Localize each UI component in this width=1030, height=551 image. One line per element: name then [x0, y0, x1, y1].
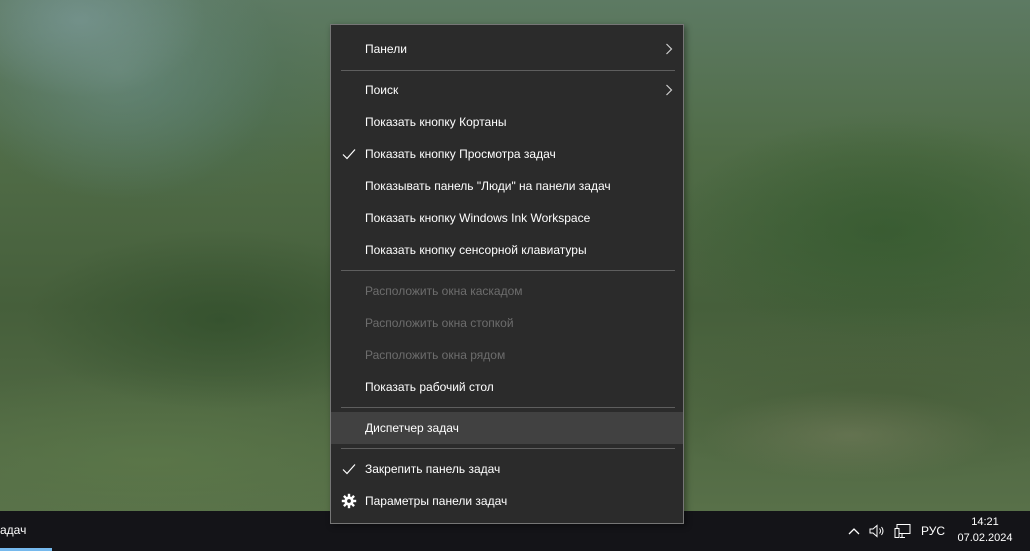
menu-item-taskbar-settings[interactable]: Параметры панели задач — [331, 485, 683, 517]
menu-item-show-touch-keyboard-button[interactable]: Показать кнопку сенсорной клавиатуры — [331, 234, 683, 266]
wallpaper-clearing — [700, 390, 1000, 480]
menu-item-label: Показать кнопку Просмотра задач — [365, 147, 556, 161]
menu-item-lock-taskbar[interactable]: Закрепить панель задач — [331, 453, 683, 485]
menu-separator — [341, 270, 675, 271]
menu-item-label: Параметры панели задач — [365, 494, 508, 508]
menu-item-label: Расположить окна стопкой — [365, 316, 514, 330]
menu-separator — [341, 448, 675, 449]
checkmark-icon — [342, 464, 356, 475]
chevron-right-icon — [666, 84, 673, 96]
menu-item-label: Расположить окна каскадом — [365, 284, 523, 298]
menu-separator — [341, 70, 675, 71]
menu-item-task-manager[interactable]: Диспетчер задач — [331, 412, 683, 444]
menu-item-toolbars[interactable]: Панели — [331, 33, 683, 65]
wallpaper-hill — [670, 120, 1030, 340]
menu-item-label: Закрепить панель задач — [365, 462, 501, 476]
language-indicator[interactable]: РУС — [918, 511, 948, 551]
clock-date: 07.02.2024 — [957, 532, 1013, 544]
taskbar-clock[interactable]: 14:21 07.02.2024 — [952, 511, 1018, 551]
menu-item-side-by-side-windows: Расположить окна рядом — [331, 339, 683, 371]
menu-item-show-cortana-button[interactable]: Показать кнопку Кортаны — [331, 106, 683, 138]
menu-item-show-windows-ink-button[interactable]: Показать кнопку Windows Ink Workspace — [331, 202, 683, 234]
show-hidden-icons-icon[interactable] — [846, 511, 862, 551]
menu-item-show-task-view-button[interactable]: Показать кнопку Просмотра задач — [331, 138, 683, 170]
taskbar-context-menu: Панели Поиск Показать кнопку Кортаны Пок… — [330, 24, 684, 524]
volume-icon[interactable] — [868, 511, 888, 551]
menu-item-stack-windows: Расположить окна стопкой — [331, 307, 683, 339]
taskbar-app-label[interactable]: адач — [0, 511, 26, 551]
menu-item-cascade-windows: Расположить окна каскадом — [331, 275, 683, 307]
chevron-right-icon — [666, 43, 673, 55]
menu-separator — [341, 407, 675, 408]
menu-item-show-people-on-taskbar[interactable]: Показывать панель "Люди" на панели задач — [331, 170, 683, 202]
network-icon[interactable] — [892, 511, 914, 551]
wallpaper-hill — [0, 0, 280, 200]
clock-time: 14:21 — [971, 516, 999, 528]
menu-item-label: Показать кнопку сенсорной клавиатуры — [365, 243, 587, 257]
menu-item-label: Диспетчер задач — [365, 421, 459, 435]
menu-item-show-desktop[interactable]: Показать рабочий стол — [331, 371, 683, 403]
menu-item-label: Показать кнопку Windows Ink Workspace — [365, 211, 591, 225]
menu-item-label: Показать кнопку Кортаны — [365, 115, 507, 129]
menu-item-label: Панели — [365, 42, 407, 56]
menu-item-label: Поиск — [365, 83, 399, 97]
menu-item-search[interactable]: Поиск — [331, 74, 683, 106]
checkmark-icon — [342, 149, 356, 160]
menu-item-label: Расположить окна рядом — [365, 348, 506, 362]
gear-icon — [341, 493, 357, 509]
menu-item-label: Показывать панель "Люди" на панели задач — [365, 179, 611, 193]
menu-item-label: Показать рабочий стол — [365, 380, 494, 394]
